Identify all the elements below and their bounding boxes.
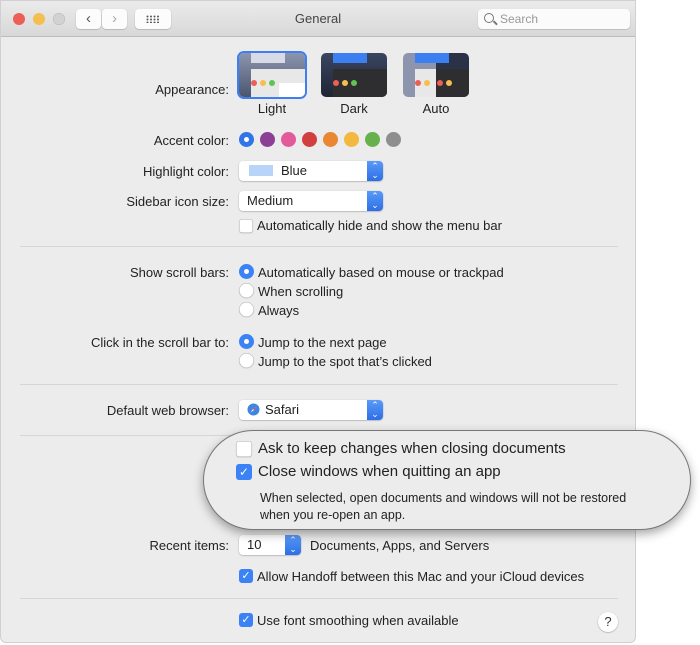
- accent-color-swatch[interactable]: [260, 132, 275, 147]
- scroll-bars-when-scrolling-radio[interactable]: [239, 283, 254, 298]
- appearance-light-label: Light: [257, 101, 287, 116]
- popup-stepper-icon: ⌃ ⌄: [367, 161, 383, 181]
- description-line-2: when you re-open an app.: [260, 508, 406, 522]
- accent-color-swatch[interactable]: [365, 132, 380, 147]
- scroll-bars-automatic-radio[interactable]: [239, 264, 254, 279]
- accent-color-swatch[interactable]: [323, 132, 338, 147]
- scroll-bars-always-radio[interactable]: [239, 302, 254, 317]
- appearance-auto-label: Auto: [422, 101, 450, 116]
- search-icon: [484, 13, 494, 23]
- sidebar-icon-size-popup[interactable]: Medium ⌃ ⌄: [239, 191, 383, 211]
- highlight-color-label: Highlight color:: [143, 164, 229, 179]
- appearance-light-thumbnail[interactable]: [239, 53, 305, 97]
- popup-stepper-icon: ⌃ ⌄: [285, 535, 301, 555]
- accent-color-label: Accent color:: [153, 133, 229, 148]
- appearance-label: Appearance:: [155, 82, 229, 97]
- accent-color-swatch[interactable]: [281, 132, 296, 147]
- search-field[interactable]: Search: [478, 9, 630, 29]
- font-smoothing-checkbox[interactable]: ✓: [239, 613, 253, 627]
- appearance-dark-thumbnail[interactable]: [321, 53, 387, 97]
- scroll-click-label: Click in the scroll bar to:: [91, 335, 229, 350]
- safari-icon: [247, 403, 260, 416]
- scroll-click-next-page-radio[interactable]: [239, 334, 254, 349]
- close-windows-description: When selected, open documents and window…: [260, 490, 626, 524]
- scroll-bars-when-scrolling-label: When scrolling: [258, 284, 344, 299]
- accent-color-swatch[interactable]: [344, 132, 359, 147]
- show-scroll-bars-label: Show scroll bars:: [130, 265, 229, 280]
- recent-items-value: 10: [247, 537, 262, 552]
- default-browser-label: Default web browser:: [106, 403, 229, 418]
- separator: [20, 384, 618, 385]
- font-smoothing-label: Use font smoothing when available: [257, 613, 459, 628]
- scroll-click-spot-label: Jump to the spot that’s clicked: [258, 354, 432, 369]
- help-button[interactable]: ?: [598, 612, 618, 632]
- handoff-label: Allow Handoff between this Mac and your …: [257, 569, 585, 584]
- close-windows-label: Close windows when quitting an app: [258, 463, 501, 480]
- recent-items-label: Recent items:: [149, 538, 229, 553]
- highlight-color-swatch: [249, 165, 273, 176]
- search-placeholder: Search: [500, 12, 539, 26]
- appearance-auto-thumbnail[interactable]: [403, 53, 469, 97]
- popup-stepper-icon: ⌃ ⌄: [367, 191, 383, 211]
- scroll-click-spot-radio[interactable]: [239, 353, 254, 368]
- selected-dot-icon: [244, 137, 249, 142]
- separator: [20, 598, 618, 599]
- accent-color-swatch[interactable]: [302, 132, 317, 147]
- scroll-click-next-page-label: Jump to the next page: [258, 335, 387, 350]
- recent-items-popup[interactable]: 10 ⌃ ⌄: [239, 535, 301, 555]
- ask-keep-changes-label: Ask to keep changes when closing documen…: [258, 440, 566, 457]
- sidebar-icon-size-value: Medium: [247, 193, 294, 208]
- handoff-checkbox[interactable]: ✓: [239, 569, 253, 583]
- question-mark-icon: ?: [604, 614, 612, 629]
- popup-stepper-icon: ⌃ ⌄: [367, 400, 383, 420]
- close-windows-checkbox[interactable]: ✓: [236, 464, 252, 480]
- accent-color-swatch[interactable]: [239, 132, 254, 147]
- description-line-1: When selected, open documents and window…: [260, 491, 627, 505]
- scroll-bars-automatic-label: Automatically based on mouse or trackpad: [258, 265, 504, 280]
- default-browser-popup[interactable]: Safari ⌃ ⌄: [239, 400, 383, 420]
- ask-keep-changes-checkbox[interactable]: [236, 441, 252, 457]
- highlight-callout: Ask to keep changes when closing documen…: [203, 430, 691, 530]
- checkmark-icon: ✓: [241, 570, 251, 582]
- menu-bar-autohide-checkbox[interactable]: [239, 219, 253, 233]
- highlight-color-value: Blue: [281, 163, 308, 178]
- general-preferences-window: ‹ › General Search Appearance: Light Dar…: [0, 0, 636, 643]
- scroll-bars-always-label: Always: [258, 303, 300, 318]
- checkmark-icon: ✓: [241, 614, 251, 626]
- separator: [20, 246, 618, 247]
- highlight-color-popup[interactable]: Blue ⌃ ⌄: [239, 161, 383, 181]
- title-bar: ‹ › General Search: [1, 1, 635, 37]
- recent-items-suffix: Documents, Apps, and Servers: [310, 538, 490, 553]
- appearance-dark-label: Dark: [340, 101, 368, 116]
- checkmark-icon: ✓: [238, 465, 250, 479]
- menu-bar-autohide-label: Automatically hide and show the menu bar: [257, 218, 502, 233]
- sidebar-icon-size-label: Sidebar icon size:: [126, 194, 229, 209]
- accent-color-swatch[interactable]: [386, 132, 401, 147]
- default-browser-value: Safari: [265, 402, 299, 417]
